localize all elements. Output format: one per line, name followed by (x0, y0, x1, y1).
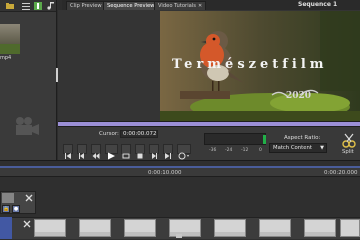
previous-frame-button[interactable] (77, 144, 87, 159)
stop-button[interactable] (135, 144, 145, 159)
transport-controls: Cursor: 0:00:00.072 -36 -24 -12 0 Aspect… (58, 127, 360, 160)
video-editor-window: mp4 Clip Preview Sequence Preview Video … (0, 0, 360, 240)
clip-audio-strip (125, 232, 155, 236)
timeline-clip[interactable] (214, 219, 246, 237)
meter-scale-label: -24 (225, 148, 233, 153)
track-lock-icon[interactable]: 🔒 (2, 205, 10, 213)
audio-level-meter (204, 133, 266, 145)
playback-speed-button[interactable] (177, 144, 191, 160)
audio-level-bar (263, 135, 266, 144)
clip-audio-strip (170, 232, 200, 236)
ruler-accent-line (0, 166, 360, 168)
cursor-time-field[interactable]: 0:00:00.072 (120, 130, 158, 138)
bin-clip-thumbnail[interactable] (0, 24, 20, 54)
folder-icon[interactable] (6, 2, 14, 10)
timeline-ruler[interactable]: 0:00:10.000 0:00:20.000 (0, 166, 360, 177)
aspect-ratio-select[interactable]: Match Content ▼ (269, 143, 327, 153)
timeline-clip[interactable] (79, 219, 111, 237)
clip-audio-strip (260, 232, 290, 236)
play-button[interactable] (105, 144, 118, 160)
preview-tab-bar: Clip Preview Sequence Preview Video Tuto… (62, 0, 360, 10)
tab-label: Video Tutorials (158, 3, 196, 9)
timeline-panel: 0:00:10.000 0:00:20.000 🔒 ● (0, 160, 360, 240)
music-icon[interactable] (47, 2, 55, 10)
meter-scale-label: -36 (209, 148, 217, 153)
bin-toolbar (0, 0, 56, 12)
timeline-clip[interactable] (124, 219, 156, 237)
clip-audio-strip (80, 232, 110, 236)
close-icon[interactable] (24, 193, 34, 203)
loop-button[interactable] (121, 144, 131, 159)
play-icon (108, 152, 115, 160)
tab-clip-preview[interactable]: Clip Preview (66, 1, 106, 10)
timeline-clip[interactable] (169, 219, 201, 237)
track-thumbnail (2, 193, 14, 203)
go-to-end-button[interactable] (163, 144, 173, 159)
skip-end-icon (165, 153, 171, 159)
chevron-down-icon: ▼ (320, 145, 324, 151)
speed-dial-icon (178, 152, 189, 160)
scrub-progress (58, 122, 360, 126)
sequence-title: Sequence 1 (298, 1, 338, 8)
preview-area: Természetfilm 2020 (58, 10, 360, 122)
clip-audio-strip (35, 232, 65, 236)
video-frame: Természetfilm 2020 (160, 11, 360, 121)
split-label: Split (342, 149, 354, 155)
loop-icon (122, 153, 130, 159)
track-header-audio[interactable] (0, 217, 12, 239)
new-bin-icon[interactable] (34, 2, 42, 10)
cursor-label: Cursor: (99, 131, 119, 137)
clip-audio-strip (305, 232, 335, 236)
step-back-icon (79, 153, 84, 159)
meter-scale-label: 0 (259, 148, 262, 153)
tab-label: Sequence Preview (107, 3, 155, 9)
bin-clip-label: mp4 (0, 55, 12, 61)
go-to-start-button[interactable] (63, 144, 73, 159)
close-icon[interactable]: ✕ (198, 3, 202, 9)
clip-audio-strip (215, 232, 245, 236)
media-bin-panel: mp4 (0, 0, 58, 160)
timeline-clip[interactable] (340, 219, 360, 237)
tab-sequence-preview[interactable]: Sequence Preview (103, 1, 159, 10)
tab-video-tutorials[interactable]: Video Tutorials ✕ (154, 1, 207, 10)
track-header-video[interactable]: 🔒 ● (0, 191, 36, 214)
rewind-button[interactable] (91, 144, 101, 159)
next-frame-button[interactable] (149, 144, 159, 159)
timeline-clip[interactable] (34, 219, 66, 237)
playhead-handle[interactable] (176, 234, 182, 238)
close-icon[interactable] (22, 219, 32, 229)
video-camera-icon (16, 117, 39, 135)
list-view-icon[interactable] (22, 2, 30, 10)
timeline-clip[interactable] (304, 219, 336, 237)
skip-start-icon (65, 153, 71, 159)
thumbnail-grass (0, 44, 20, 54)
meter-scale-label: -12 (241, 148, 249, 153)
aspect-ratio-label: Aspect Ratio: (284, 135, 321, 141)
step-forward-icon (152, 153, 157, 159)
thumbnail-sky (0, 24, 20, 44)
video-year-overlay: 2020 (286, 91, 312, 101)
ruler-tick-label: 0:00:20.000 (324, 170, 358, 176)
video-title-overlay: Természetfilm (172, 57, 328, 72)
rewind-icon (92, 153, 100, 159)
tab-label: Clip Preview (70, 3, 102, 9)
ruler-tick-label: 0:00:10.000 (148, 170, 182, 176)
timeline-clip[interactable] (259, 219, 291, 237)
track-visibility-icon[interactable]: ● (12, 205, 20, 213)
stop-icon (137, 153, 143, 159)
aspect-ratio-value: Match Content (273, 145, 312, 151)
